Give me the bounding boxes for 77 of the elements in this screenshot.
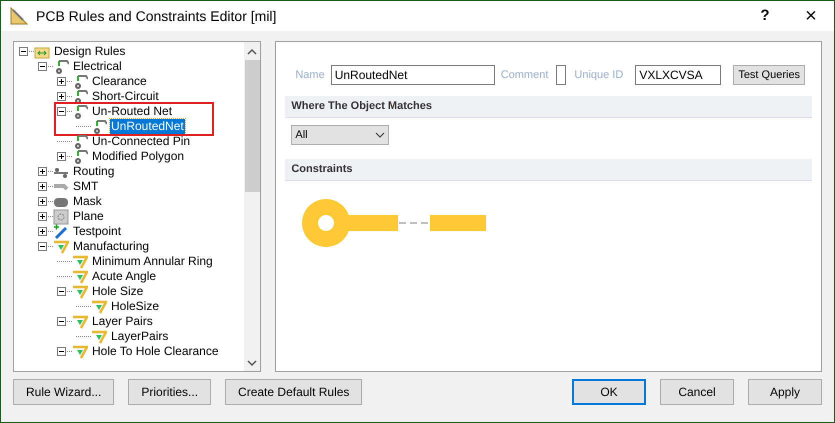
triangle-icon [72,314,88,330]
tree-item[interactable]: Modified Polygon [91,149,186,164]
collapse-toggle[interactable] [38,242,47,251]
expand-toggle[interactable] [38,212,47,221]
comment-field[interactable] [556,65,566,85]
tree-item[interactable]: Electrical [72,59,123,74]
tree-item[interactable]: Un-Connected Pin [91,134,192,149]
scroll-thumb[interactable] [244,60,260,192]
triangle-icon [72,268,88,284]
tree-item[interactable]: Testpoint [72,224,122,239]
footer-button[interactable]: Rule Wizard... [13,379,114,405]
expand-toggle[interactable] [38,182,47,191]
tree-item[interactable]: Acute Angle [91,269,158,284]
wrench-icon [72,148,88,164]
expand-toggle[interactable] [38,227,47,236]
expand-toggle[interactable] [57,77,66,86]
tree-item[interactable]: LayerPairs [110,329,170,344]
name-field[interactable]: UnRoutedNet [330,65,495,85]
footer-button[interactable]: Create Default Rules [225,379,362,405]
tree-item[interactable]: Plane [72,209,105,224]
probe-icon [53,224,69,240]
tree-item[interactable]: Hole Size [91,284,144,299]
wrench-icon [53,58,69,74]
tree-item[interactable]: Un-Routed Net [91,104,174,119]
collapse-toggle[interactable] [38,62,47,71]
section-title: Constraints [291,162,352,178]
collapse-toggle[interactable] [57,317,66,326]
wrench-icon [72,104,88,120]
footer-button[interactable]: Priorities... [128,379,212,405]
app-icon [10,7,28,25]
triangle-icon [72,344,88,360]
tree-item[interactable]: Manufacturing [72,239,150,254]
expand-toggle[interactable] [38,167,47,176]
tree-item[interactable]: Clearance [91,74,148,89]
dialog-button[interactable]: OK [572,379,646,405]
scroll-down-icon[interactable] [247,359,258,367]
window-title: PCB Rules and Constraints Editor [mil] [36,6,276,26]
collapse-toggle[interactable] [57,347,66,356]
tree-item[interactable]: Minimum Annular Ring [91,254,214,269]
scroll-up-icon[interactable] [247,48,258,56]
tree-item[interactable]: HoleSize [110,299,160,314]
expand-toggle[interactable] [57,152,66,161]
wrench-icon [72,88,88,104]
collapse-toggle[interactable] [57,287,66,296]
unique-id-field[interactable]: VXLXCVSA [635,65,722,85]
tree-item[interactable]: Routing [72,164,116,179]
expand-toggle[interactable] [57,92,66,101]
tree-item[interactable]: Short-Circuit [91,89,160,104]
comment-label: Comment [500,68,548,83]
chevron-down-icon [375,132,386,138]
expand-toggle[interactable] [38,197,47,206]
wrench-icon [72,74,88,90]
triangle-icon [72,284,88,300]
triangle-icon [91,328,107,344]
help-button[interactable]: ? [742,1,788,31]
tree-item[interactable]: UnRoutedNet [110,119,185,134]
tree-item[interactable]: Design Rules [53,44,126,59]
wrench-icon [91,118,107,134]
name-label: Name [295,68,325,83]
scrollbar[interactable] [244,42,260,371]
tree-item[interactable]: Mask [72,194,103,209]
section-title: Where The Object Matches [291,99,432,114]
close-button[interactable]: × [788,1,834,31]
dialog-button[interactable]: Apply [748,379,822,405]
triangle-icon [53,238,69,254]
wrench-icon [72,134,88,150]
collapse-toggle[interactable] [19,47,28,56]
match-dropdown[interactable]: All [291,125,390,145]
collapse-toggle[interactable] [57,107,66,116]
tree-item[interactable]: Hole To Hole Clearance [91,344,220,359]
tree-item[interactable]: SMT [72,179,100,194]
test-queries-button[interactable]: Test Queries [733,65,806,85]
tree-item[interactable]: Layer Pairs [91,314,154,329]
triangle-icon [72,254,88,270]
dialog-button[interactable]: Cancel [660,379,734,405]
triangle-icon [91,298,107,314]
unique-id-label: Unique ID [574,68,624,83]
